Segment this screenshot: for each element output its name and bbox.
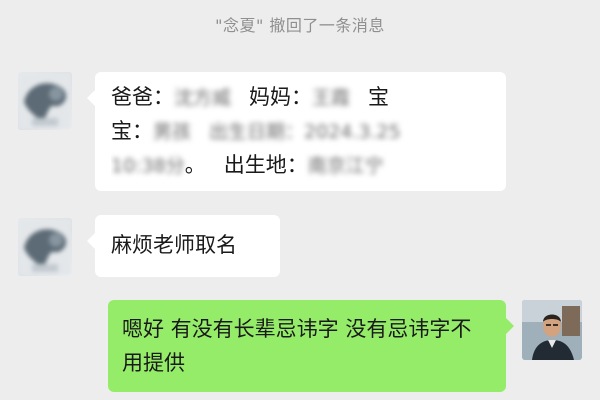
baby-label-part: 宝： bbox=[111, 119, 153, 143]
birthplace-label: 出生地： bbox=[223, 153, 308, 177]
redacted-birth-label: 出生日期 bbox=[209, 121, 286, 143]
baby-label-part: 宝 bbox=[368, 85, 390, 109]
message-line: 10:38分。 出生地：南京江宁 bbox=[111, 148, 490, 182]
blurred-avatar-icon bbox=[18, 218, 72, 276]
redacted-dad-name: 沈方威 bbox=[174, 87, 232, 109]
message-line: 宝：男孩 出生日期：2024.3.25 bbox=[111, 114, 490, 148]
message-line: 爸爸：沈方威 妈妈：王霞宝 bbox=[111, 80, 490, 114]
person-photo-icon bbox=[522, 300, 582, 360]
message-bubble-request[interactable]: 麻烦老师取名 bbox=[87, 215, 280, 277]
recall-notice: "念夏" 撤回了一条消息 bbox=[215, 16, 385, 35]
punctuation: 。 bbox=[184, 153, 206, 177]
redacted-birth-date: ：2024.3.25 bbox=[285, 121, 401, 143]
message-text: 嗯好 有没有长辈忌讳字 没有忌讳字不用提供 bbox=[122, 317, 472, 375]
redacted-birth-time: 10:38分 bbox=[111, 155, 185, 177]
my-avatar[interactable] bbox=[522, 300, 582, 360]
mom-label: 妈妈： bbox=[249, 85, 313, 109]
message-bubble-birth-info[interactable]: 爸爸：沈方威 妈妈：王霞宝 宝：男孩 出生日期：2024.3.25 10:38分。出… bbox=[87, 72, 506, 191]
message-bubble-reply[interactable]: 嗯好 有没有长辈忌讳字 没有忌讳字不用提供 bbox=[108, 300, 514, 392]
redacted-birthplace: 南京江宁 bbox=[307, 155, 384, 177]
blurred-avatar-icon bbox=[18, 72, 72, 130]
redacted-gender: 男孩 bbox=[153, 121, 192, 143]
sender-avatar[interactable] bbox=[18, 218, 72, 276]
message-text: 麻烦老师取名 bbox=[111, 233, 237, 257]
sender-avatar[interactable] bbox=[18, 72, 72, 130]
dad-label: 爸爸： bbox=[111, 85, 174, 109]
redacted-mom-name: 王霞 bbox=[312, 87, 351, 109]
